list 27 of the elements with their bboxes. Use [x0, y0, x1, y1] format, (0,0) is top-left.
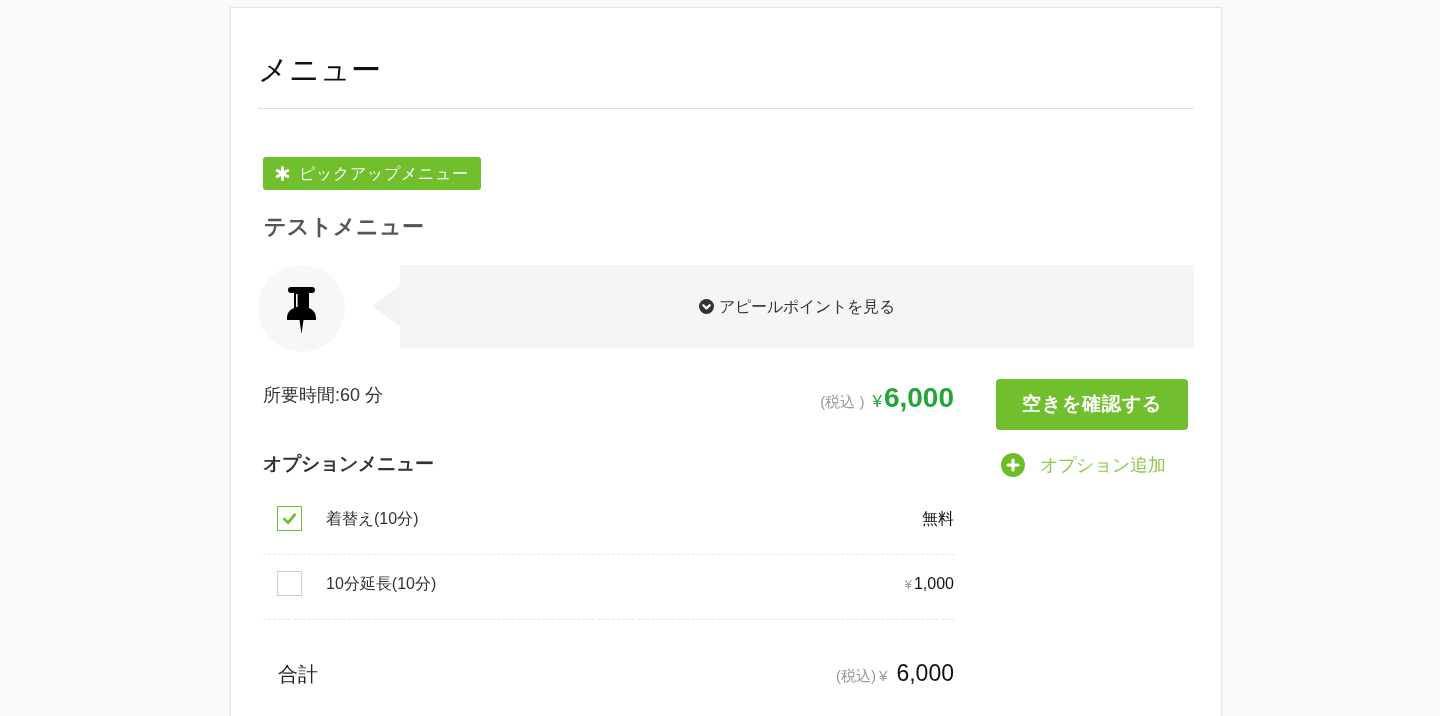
- total-label: 合計: [278, 662, 318, 687]
- currency-symbol: ¥: [872, 391, 882, 413]
- tax-note: (税込 ): [820, 392, 865, 412]
- add-option-link[interactable]: オプション追加: [1001, 451, 1166, 479]
- tax-note: (税込): [836, 666, 877, 686]
- total-amount: 6,000: [896, 659, 954, 688]
- chevron-down-icon: [699, 299, 714, 314]
- check-availability-button[interactable]: 空きを確認する: [996, 379, 1188, 430]
- price-amount: 6,000: [883, 381, 954, 415]
- asterisk-icon: [275, 166, 290, 181]
- menu-item-name: テストメニュー: [264, 213, 424, 241]
- option-price: 1,000: [913, 574, 954, 594]
- currency-symbol: ¥: [879, 666, 888, 686]
- pickup-badge: ピックアップメニュー: [263, 157, 481, 190]
- plus-circle-icon: [1001, 453, 1025, 477]
- options-heading: オプションメニュー: [263, 452, 434, 476]
- option-label: 着替え(10分): [326, 509, 419, 529]
- check-icon: [282, 511, 297, 526]
- appeal-points-button[interactable]: アピールポイントを見る: [400, 265, 1194, 348]
- option-price: 無料: [922, 509, 954, 529]
- currency-symbol: ¥: [904, 576, 912, 594]
- checkbox[interactable]: [277, 506, 302, 531]
- section-title: メニュー: [258, 52, 381, 88]
- checkbox[interactable]: [277, 571, 302, 596]
- option-label: 10分延長(10分): [326, 574, 437, 594]
- pushpin-icon: [258, 265, 345, 352]
- duration-text: 所要時間:60 分: [263, 384, 384, 407]
